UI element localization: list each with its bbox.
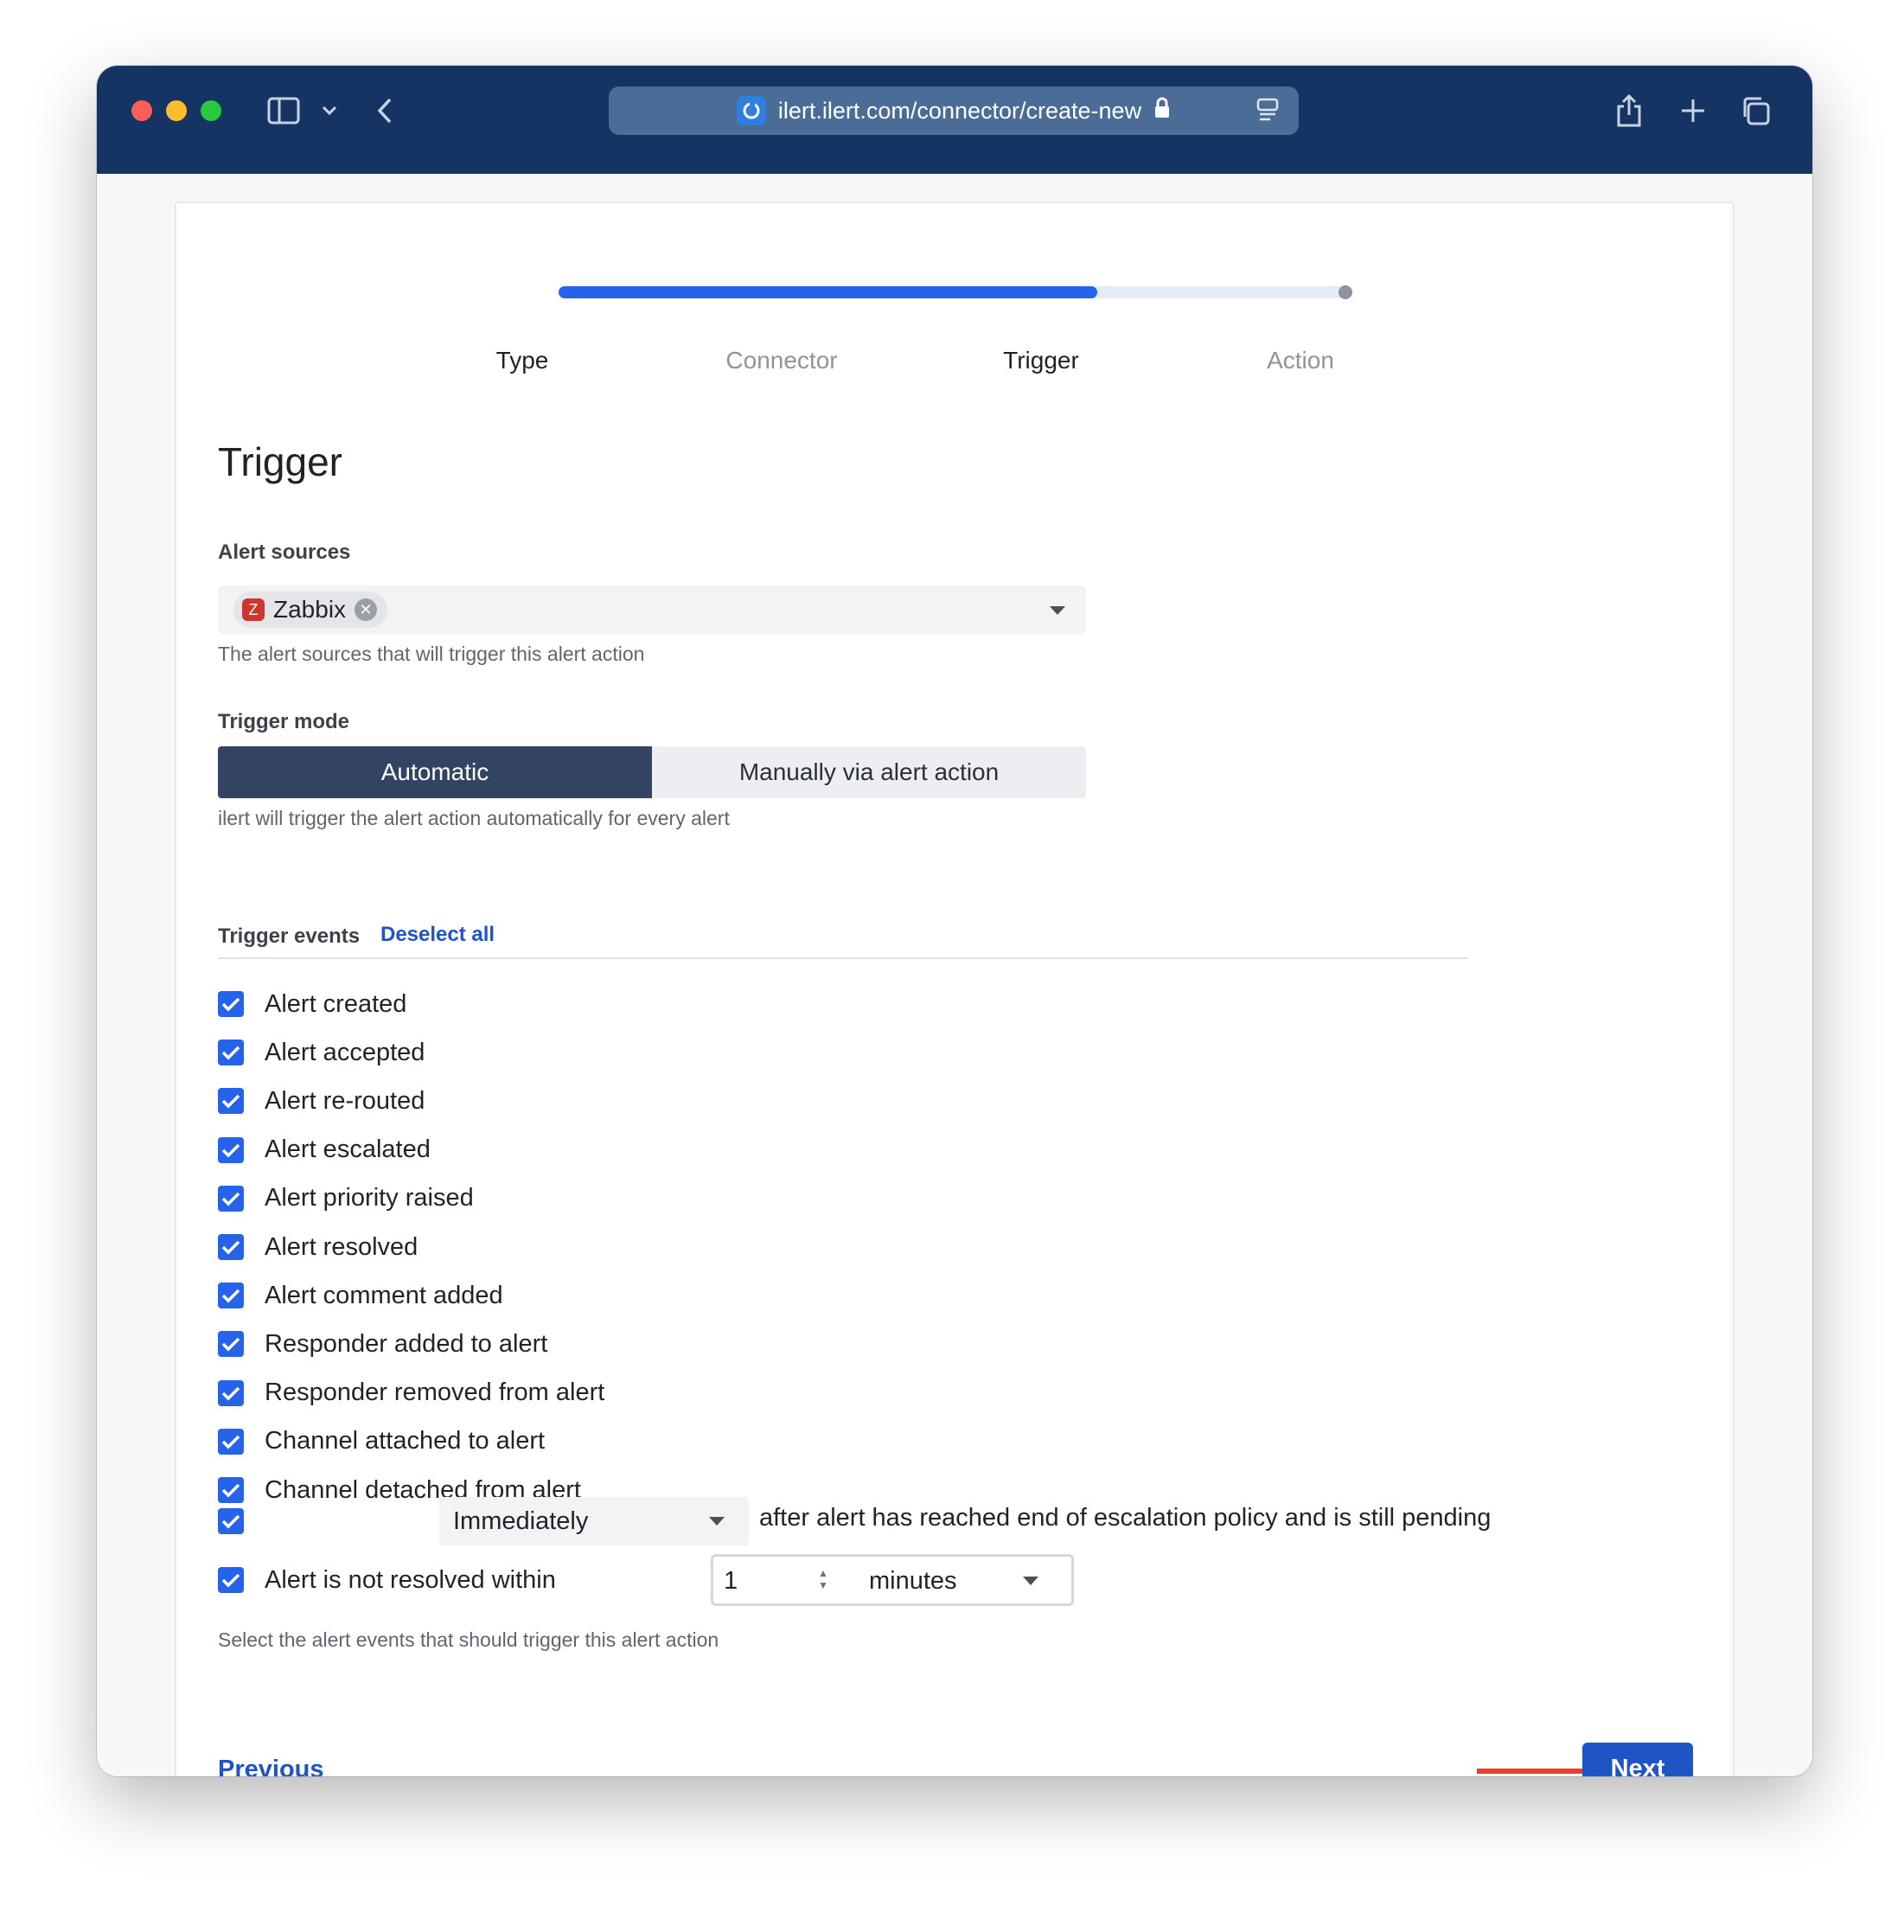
trigger-event-checkbox[interactable] bbox=[218, 1185, 244, 1212]
escalation-text: after alert has reached end of escalatio… bbox=[759, 1504, 1492, 1532]
trigger-event-checkbox[interactable] bbox=[218, 1234, 244, 1260]
dropdown-caret-icon[interactable] bbox=[1050, 606, 1065, 615]
step-type[interactable]: Type bbox=[496, 347, 549, 374]
site-favicon-icon bbox=[736, 96, 766, 125]
reader-mode-icon[interactable] bbox=[1255, 97, 1280, 129]
trigger-event-row: Alert priority raised bbox=[218, 1181, 474, 1216]
trigger-mode-help: ilert will trigger the alert action auto… bbox=[218, 807, 730, 829]
trigger-event-label: Alert resolved bbox=[265, 1232, 418, 1261]
minimize-window-button[interactable] bbox=[166, 100, 187, 121]
trigger-events-help: Select the alert events that should trig… bbox=[218, 1628, 719, 1651]
trigger-event-checkbox[interactable] bbox=[218, 1428, 244, 1455]
new-tab-icon[interactable] bbox=[1676, 92, 1710, 130]
browser-titlebar: ilert.ilert.com/connector/create-new bbox=[97, 66, 1812, 174]
trigger-event-checkbox[interactable] bbox=[218, 1477, 244, 1503]
trigger-event-checkbox[interactable] bbox=[218, 1088, 244, 1115]
not-resolved-row: Alert is not resolved within bbox=[218, 1563, 556, 1597]
sidebar-toggle-icon[interactable] bbox=[265, 92, 303, 130]
progress-bar-fill bbox=[559, 286, 1097, 298]
trigger-event-label: Alert created bbox=[265, 989, 407, 1018]
not-resolved-checkbox[interactable] bbox=[218, 1567, 244, 1593]
alert-sources-label: Alert sources bbox=[218, 541, 351, 564]
progress-bar bbox=[559, 285, 1352, 299]
trigger-event-checkbox[interactable] bbox=[218, 1331, 244, 1358]
duration-number-input[interactable]: 1 bbox=[724, 1567, 738, 1596]
step-connector[interactable]: Connector bbox=[725, 347, 837, 374]
divider bbox=[218, 957, 1468, 959]
alert-sources-help: The alert sources that will trigger this… bbox=[218, 643, 645, 665]
progress-end-dot bbox=[1339, 285, 1352, 299]
zabbix-logo-icon: Z bbox=[242, 598, 265, 621]
trigger-event-checkbox[interactable] bbox=[218, 1040, 244, 1066]
trigger-event-label: Responder removed from alert bbox=[265, 1379, 605, 1407]
dropdown-caret-icon bbox=[709, 1517, 725, 1526]
dropdown-caret-icon[interactable] bbox=[1023, 1577, 1038, 1585]
trigger-mode-toggle: Automatic Manually via alert action bbox=[218, 746, 1086, 798]
trigger-event-row: Responder added to alert bbox=[218, 1327, 547, 1361]
url-text: ilert.ilert.com/connector/create-new bbox=[777, 97, 1142, 124]
step-trigger[interactable]: Trigger bbox=[1003, 347, 1079, 374]
trigger-event-label: Alert re-routed bbox=[265, 1086, 425, 1115]
escalation-checkbox[interactable] bbox=[218, 1508, 244, 1534]
lock-icon bbox=[1153, 97, 1171, 125]
not-resolved-duration: 1 ▲ ▼ minutes bbox=[711, 1554, 1074, 1606]
number-stepper-icon[interactable]: ▲ ▼ bbox=[815, 1567, 831, 1593]
trigger-event-checkbox[interactable] bbox=[218, 1136, 244, 1163]
zoom-window-button[interactable] bbox=[201, 100, 221, 121]
deselect-all-link[interactable]: Deselect all bbox=[380, 923, 495, 947]
share-icon[interactable] bbox=[1612, 92, 1646, 130]
trigger-event-row: Alert comment added bbox=[218, 1278, 503, 1313]
escalation-row bbox=[218, 1504, 265, 1539]
previous-button[interactable]: Previous bbox=[218, 1756, 324, 1776]
trigger-event-label: Responder added to alert bbox=[265, 1329, 548, 1358]
escalation-timing-value: Immediately bbox=[453, 1507, 589, 1535]
trigger-event-label: Alert priority raised bbox=[265, 1184, 474, 1212]
alert-source-chip-label: Zabbix bbox=[273, 596, 347, 623]
trigger-mode-automatic[interactable]: Automatic bbox=[218, 746, 652, 798]
trigger-mode-manual[interactable]: Manually via alert action bbox=[652, 746, 1086, 798]
chevron-down-icon[interactable] bbox=[318, 92, 341, 130]
alert-source-chip: Z Zabbix ✕ bbox=[233, 592, 388, 628]
not-resolved-label: Alert is not resolved within bbox=[265, 1565, 556, 1594]
wizard-card: Type Connector Trigger Action Trigger Al… bbox=[175, 202, 1735, 1776]
trigger-event-row: Alert re-routed bbox=[218, 1084, 425, 1118]
trigger-event-row: Alert resolved bbox=[218, 1230, 418, 1264]
trigger-event-checkbox[interactable] bbox=[218, 1379, 244, 1406]
remove-chip-icon[interactable]: ✕ bbox=[355, 598, 378, 621]
trigger-event-row: Alert escalated bbox=[218, 1133, 431, 1168]
tab-overview-icon[interactable] bbox=[1738, 92, 1773, 130]
close-window-button[interactable] bbox=[131, 100, 152, 121]
trigger-event-label: Alert comment added bbox=[265, 1281, 503, 1309]
next-button[interactable]: Next bbox=[1582, 1743, 1693, 1776]
trigger-mode-label: Trigger mode bbox=[218, 710, 350, 733]
address-bar[interactable]: ilert.ilert.com/connector/create-new bbox=[609, 86, 1299, 135]
browser-window: ilert.ilert.com/connector/create-new Typ… bbox=[97, 66, 1812, 1776]
trigger-event-checkbox[interactable] bbox=[218, 1283, 244, 1309]
trigger-event-label: Channel attached to alert bbox=[265, 1427, 546, 1455]
trigger-event-label: Alert accepted bbox=[265, 1038, 425, 1066]
back-arrow-icon[interactable] bbox=[372, 92, 398, 130]
trigger-event-checkbox[interactable] bbox=[218, 991, 244, 1017]
step-action[interactable]: Action bbox=[1267, 347, 1334, 374]
trigger-event-row: Responder removed from alert bbox=[218, 1376, 604, 1411]
trigger-event-row: Channel attached to alert bbox=[218, 1424, 545, 1459]
page-title: Trigger bbox=[218, 439, 342, 484]
trigger-event-label: Alert escalated bbox=[265, 1136, 431, 1164]
trigger-event-row: Alert accepted bbox=[218, 1035, 425, 1070]
trigger-event-row: Alert created bbox=[218, 987, 406, 1021]
escalation-timing-select[interactable]: Immediately bbox=[439, 1497, 749, 1545]
duration-unit-select[interactable]: minutes bbox=[869, 1567, 957, 1596]
trigger-events-label: Trigger events bbox=[218, 924, 361, 948]
alert-sources-select[interactable]: Z Zabbix ✕ bbox=[218, 585, 1086, 634]
